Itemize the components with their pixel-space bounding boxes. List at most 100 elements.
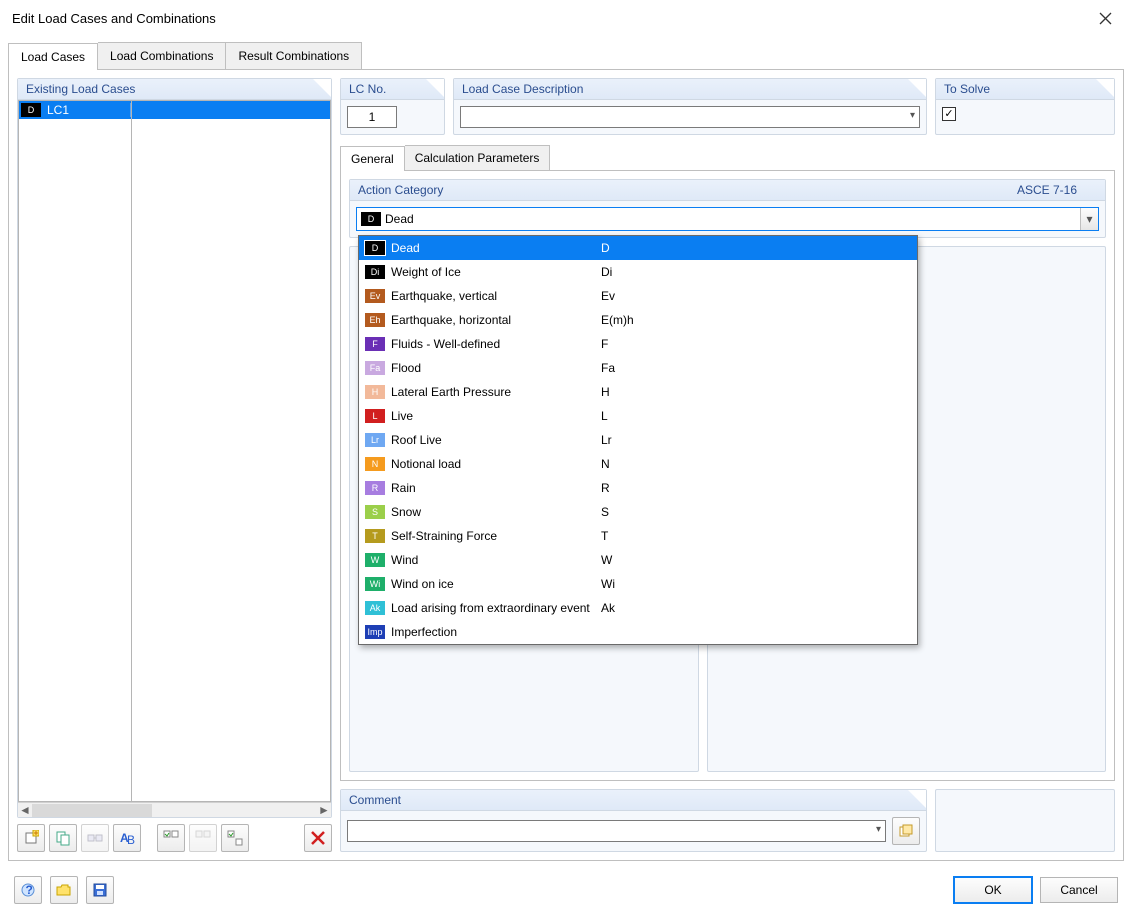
dropdown-option[interactable]: AkLoad arising from extraordinary eventA… xyxy=(359,596,917,620)
option-name: Flood xyxy=(391,361,601,375)
dropdown-option[interactable]: SSnowS xyxy=(359,500,917,524)
option-name: Weight of Ice xyxy=(391,265,601,279)
option-name: Wind xyxy=(391,553,601,567)
horizontal-scrollbar[interactable]: ◄ ► xyxy=(18,802,331,817)
option-symbol: L xyxy=(601,409,608,423)
save-icon xyxy=(92,882,108,898)
chevron-down-icon: ▾ xyxy=(876,824,881,835)
copy-icon xyxy=(55,830,71,846)
option-name: Snow xyxy=(391,505,601,519)
option-tag: N xyxy=(365,457,385,471)
scroll-left-icon[interactable]: ◄ xyxy=(18,803,32,817)
toggle-button[interactable] xyxy=(221,824,249,852)
chevron-down-icon: ▾ xyxy=(1086,212,1092,226)
option-name: Dead xyxy=(391,241,601,255)
rename-button[interactable]: AB xyxy=(113,824,141,852)
lc-desc-combo[interactable]: ▾ xyxy=(460,106,920,128)
dropdown-option[interactable]: FFluids - Well-definedF xyxy=(359,332,917,356)
tab-result-combinations[interactable]: Result Combinations xyxy=(226,42,362,69)
option-symbol: F xyxy=(601,337,608,351)
option-tag: S xyxy=(365,505,385,519)
option-symbol: T xyxy=(601,529,608,543)
dropdown-option[interactable]: EhEarthquake, horizontalE(m)h xyxy=(359,308,917,332)
dropdown-option[interactable]: HLateral Earth PressureH xyxy=(359,380,917,404)
load-case-tag: D xyxy=(21,103,41,117)
dropdown-option[interactable]: DDeadD xyxy=(359,236,917,260)
dialog-title: Edit Load Cases and Combinations xyxy=(12,11,216,26)
dropdown-option[interactable]: DiWeight of IceDi xyxy=(359,260,917,284)
option-name: Load arising from extraordinary event xyxy=(391,601,601,615)
dropdown-option[interactable]: RRainR xyxy=(359,476,917,500)
dropdown-option[interactable]: EvEarthquake, verticalEv xyxy=(359,284,917,308)
option-name: Notional load xyxy=(391,457,601,471)
select-all-button[interactable] xyxy=(157,824,185,852)
option-tag: D xyxy=(365,241,385,255)
option-tag: Imp xyxy=(365,625,385,639)
existing-load-cases-header: Existing Load Cases xyxy=(26,82,135,96)
list-item[interactable]: D LC1 xyxy=(19,101,330,119)
new-button[interactable] xyxy=(17,824,45,852)
option-symbol: Ak xyxy=(601,601,615,615)
lc-no-label: LC No. xyxy=(349,82,386,96)
save-button[interactable] xyxy=(86,876,114,904)
option-tag: Wi xyxy=(365,577,385,591)
combo-drop-button[interactable]: ▾ xyxy=(1080,208,1098,230)
option-symbol: Di xyxy=(601,265,612,279)
close-button[interactable] xyxy=(1090,3,1120,33)
selected-tag: D xyxy=(361,212,381,226)
side-info-box xyxy=(935,789,1115,852)
subtab-general[interactable]: General xyxy=(340,146,405,171)
load-case-name: LC1 xyxy=(43,103,131,117)
scroll-right-icon[interactable]: ► xyxy=(317,803,331,817)
action-category-dropdown[interactable]: DDeadDDiWeight of IceDiEvEarthquake, ver… xyxy=(358,235,918,645)
option-tag: F xyxy=(365,337,385,351)
dropdown-option[interactable]: LLiveL xyxy=(359,404,917,428)
option-tag: Ev xyxy=(365,289,385,303)
link-button[interactable] xyxy=(81,824,109,852)
selected-name: Dead xyxy=(385,212,414,226)
option-name: Roof Live xyxy=(391,433,601,447)
option-symbol: D xyxy=(601,241,610,255)
action-category-combo[interactable]: D Dead ▾ xyxy=(356,207,1099,231)
help-button[interactable]: ? xyxy=(14,876,42,904)
deselect-all-button[interactable] xyxy=(189,824,217,852)
dropdown-option[interactable]: WWindW xyxy=(359,548,917,572)
dropdown-option[interactable]: NNotional loadN xyxy=(359,452,917,476)
option-tag: Fa xyxy=(365,361,385,375)
subtab-calc-params[interactable]: Calculation Parameters xyxy=(405,145,551,170)
new-icon xyxy=(23,830,39,846)
comment-combo[interactable]: ▾ xyxy=(347,820,886,842)
lc-no-input[interactable] xyxy=(347,106,397,128)
existing-load-cases-list[interactable]: D LC1 xyxy=(18,100,331,802)
delete-button[interactable] xyxy=(304,824,332,852)
comment-library-button[interactable] xyxy=(892,817,920,845)
option-name: Earthquake, vertical xyxy=(391,289,601,303)
option-tag: T xyxy=(365,529,385,543)
to-solve-label: To Solve xyxy=(944,82,990,96)
copy-button[interactable] xyxy=(49,824,77,852)
option-symbol: S xyxy=(601,505,609,519)
to-solve-checkbox[interactable]: ✓ xyxy=(942,107,956,121)
dropdown-option[interactable]: LrRoof LiveLr xyxy=(359,428,917,452)
option-tag: Di xyxy=(365,265,385,279)
dropdown-option[interactable]: Imp Imperfection xyxy=(359,620,917,644)
option-tag: Lr xyxy=(365,433,385,447)
option-name: Wind on ice xyxy=(391,577,601,591)
option-symbol: N xyxy=(601,457,610,471)
tab-load-combinations[interactable]: Load Combinations xyxy=(98,42,226,69)
cancel-button[interactable]: Cancel xyxy=(1040,877,1118,903)
comment-label: Comment xyxy=(349,793,401,807)
dropdown-option[interactable]: WiWind on iceWi xyxy=(359,572,917,596)
tab-load-cases[interactable]: Load Cases xyxy=(8,43,98,70)
dropdown-option[interactable]: TSelf-Straining ForceT xyxy=(359,524,917,548)
ok-button[interactable]: OK xyxy=(954,877,1032,903)
option-symbol: Ev xyxy=(601,289,615,303)
option-tag: R xyxy=(365,481,385,495)
uncheck-grid-icon xyxy=(195,830,211,846)
option-name: Imperfection xyxy=(391,625,601,639)
scrollbar-thumb[interactable] xyxy=(32,804,152,817)
dropdown-option[interactable]: FaFloodFa xyxy=(359,356,917,380)
delete-icon xyxy=(310,830,326,846)
action-category-label: Action Category xyxy=(358,183,443,197)
open-button[interactable] xyxy=(50,876,78,904)
